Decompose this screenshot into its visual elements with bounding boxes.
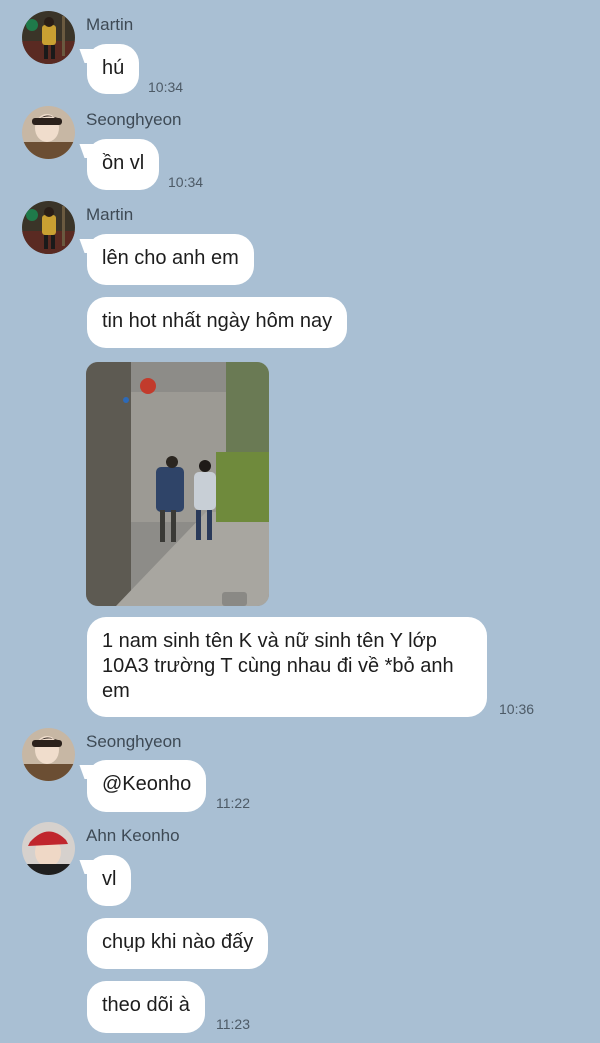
message-bubble[interactable]: theo dõi à — [87, 981, 205, 1033]
avatar-seonghyeon[interactable] — [22, 106, 75, 159]
message-time: 10:34 — [148, 79, 184, 95]
message-bubble[interactable]: vl — [87, 855, 132, 906]
sender-name: Martin — [86, 15, 134, 34]
message-bubble[interactable]: @Keonho — [87, 760, 207, 812]
message-time: 10:36 — [499, 701, 535, 717]
sender-name: Seonghyeon — [86, 110, 182, 129]
avatar-seonghyeon[interactable] — [22, 728, 75, 781]
avatar-martin[interactable] — [22, 201, 75, 254]
avatar-ahn-keonho[interactable] — [22, 822, 75, 875]
avatar-martin[interactable] — [22, 11, 75, 64]
message-bubble[interactable]: tin hot nhất ngày hôm nay — [87, 297, 348, 348]
sender-name: Martin — [86, 205, 134, 224]
message-time: 11:22 — [216, 795, 250, 811]
message-bubble[interactable]: hú — [87, 44, 140, 94]
message-bubble[interactable]: ồn vl — [87, 139, 160, 190]
message-time: 11:23 — [216, 1016, 250, 1032]
sender-name: Seonghyeon — [86, 732, 182, 751]
sender-name: Ahn Keonho — [86, 826, 180, 845]
message-bubble[interactable]: chụp khi nào đấy — [87, 918, 269, 969]
photo-message[interactable] — [86, 362, 269, 606]
message-time: 10:34 — [168, 174, 204, 190]
message-bubble[interactable]: 1 nam sinh tên K và nữ sinh tên Y lớp 10… — [87, 617, 487, 717]
message-bubble[interactable]: lên cho anh em — [87, 234, 254, 285]
